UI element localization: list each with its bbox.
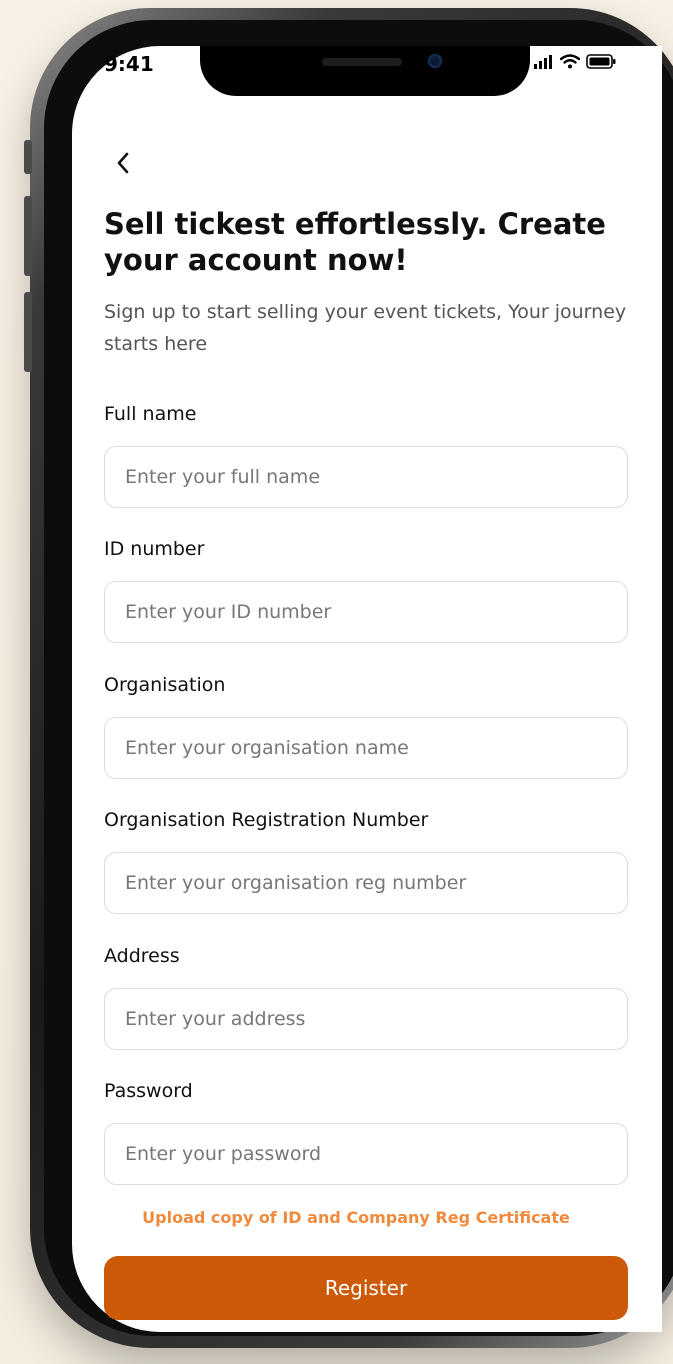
status-icons	[534, 54, 616, 69]
back-button[interactable]	[108, 146, 138, 180]
password-label: Password	[104, 1080, 193, 1102]
status-time: 9:41	[104, 52, 154, 76]
front-camera	[428, 54, 442, 68]
upload-documents-link[interactable]: Upload copy of ID and Company Reg Certif…	[104, 1208, 608, 1227]
organisation-label: Organisation	[104, 674, 226, 696]
password-input[interactable]	[104, 1123, 628, 1185]
chevron-left-icon	[117, 152, 129, 174]
mute-switch	[24, 140, 32, 174]
page-subtitle: Sign up to start selling your event tick…	[104, 301, 627, 355]
volume-up-button	[24, 196, 32, 276]
organisation-reg-number-input[interactable]	[104, 852, 628, 914]
wifi-icon	[560, 54, 580, 69]
signal-icon	[534, 54, 552, 69]
id-number-input[interactable]	[104, 581, 628, 643]
organisation-input[interactable]	[104, 717, 628, 779]
organisation-reg-number-label: Organisation Registration Number	[104, 809, 429, 831]
full-name-input[interactable]	[104, 446, 628, 508]
id-number-label: ID number	[104, 538, 205, 560]
background: 9:41 Sell tickest effortlessly. Create y…	[0, 0, 673, 1364]
address-input[interactable]	[104, 988, 628, 1050]
page-title: Sell tickest effortlessly. Create your a…	[104, 207, 606, 277]
register-button[interactable]: Register	[104, 1256, 628, 1320]
full-name-label: Full name	[104, 403, 197, 425]
volume-down-button	[24, 292, 32, 372]
notch	[200, 46, 530, 96]
speaker-grille	[322, 58, 402, 66]
battery-icon	[586, 54, 616, 69]
address-label: Address	[104, 945, 180, 967]
